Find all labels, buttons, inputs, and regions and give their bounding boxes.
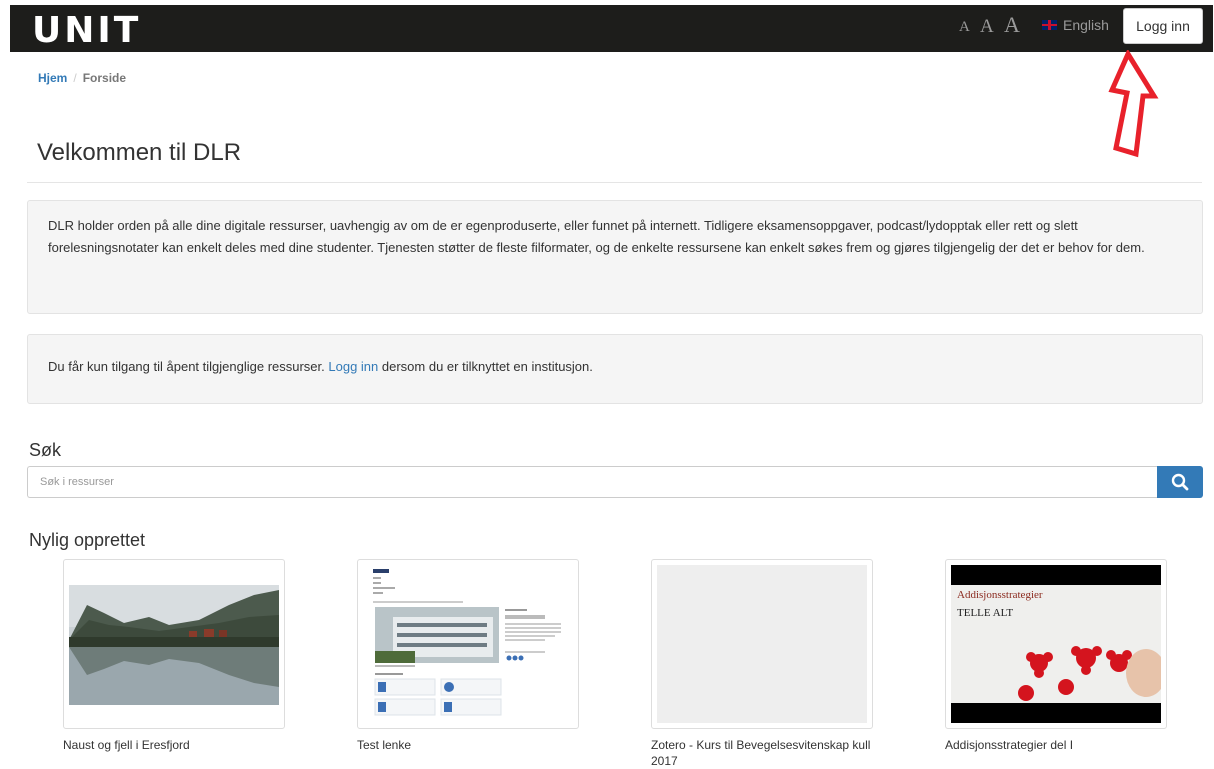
thumbnail-title: Addisjonsstrategier [957, 589, 1043, 601]
search-heading: Søk [29, 440, 62, 460]
search-input[interactable] [27, 466, 1157, 498]
resource-thumbnail [69, 565, 279, 723]
login-link[interactable]: Logg inn [328, 359, 378, 374]
font-size-small-button[interactable]: A [959, 20, 970, 35]
resource-card-3[interactable] [651, 559, 873, 729]
resource-thumbnail [363, 565, 573, 723]
breadcrumb-current: Forside [82, 71, 127, 85]
uk-flag-icon [1042, 20, 1057, 30]
thumbnail-subtitle: TELLE ALT [957, 607, 1014, 619]
search-bar [27, 466, 1203, 498]
top-navbar: UNIT A A A English Logg inn [10, 5, 1213, 52]
intro-text: DLR holder orden på alle dine digitale r… [48, 218, 1145, 255]
resource-card-1[interactable] [63, 559, 285, 729]
search-button[interactable] [1157, 466, 1203, 498]
breadcrumb-home-link[interactable]: Hjem [38, 71, 67, 85]
resource-thumbnail-placeholder [657, 565, 867, 723]
resource-card-2[interactable] [357, 559, 579, 729]
intro-panel: DLR holder orden på alle dine digitale r… [27, 200, 1203, 314]
language-switch[interactable]: English [1042, 17, 1109, 33]
resource-card-4[interactable]: Addisjonsstrategier TELLE ALT [945, 559, 1167, 729]
login-button[interactable]: Logg inn [1123, 8, 1203, 44]
access-notice-panel: Du får kun tilgang til åpent tilgjenglig… [27, 334, 1203, 404]
font-size-medium-button[interactable]: A [980, 17, 994, 36]
breadcrumb: Hjem / Forside [38, 71, 126, 85]
resource-card-1-label[interactable]: Naust og fjell i Eresfjord [63, 737, 190, 753]
page-title: Velkommen til DLR [37, 139, 242, 166]
breadcrumb-separator: / [73, 71, 77, 85]
resource-card-2-label[interactable]: Test lenke [357, 737, 411, 753]
recent-heading: Nylig opprettet [29, 530, 146, 550]
unit-logo[interactable]: UNIT [32, 13, 141, 49]
resource-card-4-label[interactable]: Addisjonsstrategier del I [945, 737, 1073, 753]
search-icon [1171, 473, 1189, 491]
annotation-arrow-icon [1108, 50, 1159, 158]
language-label: English [1063, 17, 1109, 33]
resource-card-3-label[interactable]: Zotero - Kurs til Bevegelsesvitenskap ku… [651, 737, 871, 769]
divider [27, 182, 1202, 183]
access-notice-text: Du får kun tilgang til åpent tilgjenglig… [48, 359, 593, 374]
font-size-large-button[interactable]: A [1004, 14, 1020, 36]
resource-thumbnail: Addisjonsstrategier TELLE ALT [951, 565, 1161, 723]
